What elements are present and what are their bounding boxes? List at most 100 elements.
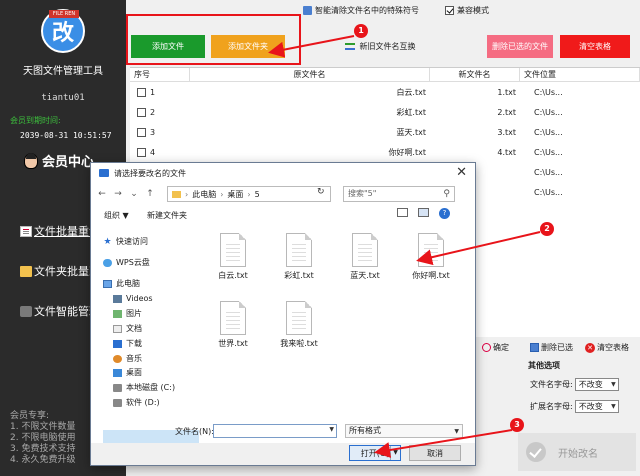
table-row[interactable]: 2 彩虹.txt 2.txt C:\Us... <box>130 102 640 122</box>
logo-char: 改 <box>51 20 74 46</box>
check-icon <box>526 442 546 462</box>
nav-quick-access[interactable]: ★ 快速访问 <box>103 235 148 248</box>
filename-input[interactable] <box>213 424 337 438</box>
file-name: 世界.txt <box>218 339 248 348</box>
nav-drive-d[interactable]: 软件 (D:) <box>113 396 160 409</box>
header-new-name: 新文件名 <box>430 68 520 81</box>
nav-batch-folder-rename[interactable]: 文件夹批量改 <box>20 263 100 279</box>
document-icon <box>20 225 32 237</box>
row-location: C:\Us... <box>534 87 563 97</box>
video-icon <box>113 294 122 303</box>
row-index: 1 <box>150 87 156 97</box>
drive-icon <box>113 383 122 392</box>
breadcrumb-desktop[interactable]: 桌面 <box>227 189 243 200</box>
other-options-title: 其他选项 <box>528 361 560 370</box>
nav-documents[interactable]: 文档 <box>113 322 142 335</box>
filetype-select[interactable]: 所有格式 <box>345 424 463 438</box>
up-arrow-icon[interactable]: ↑ <box>145 189 155 199</box>
row-index: 4 <box>150 147 156 157</box>
vip-center-button[interactable]: 会员中心 <box>24 151 94 170</box>
clear-table-label: 清空表格 <box>597 343 629 352</box>
row-new-name: 2.txt <box>497 107 516 117</box>
dialog-close-icon[interactable]: ✕ <box>456 165 467 181</box>
dialog-app-icon <box>99 169 109 177</box>
recent-dropdown-icon[interactable]: ⌄ <box>129 189 139 199</box>
table-header: 序号 原文件名 新文件名 文件位置 <box>130 68 640 82</box>
nav-drive-c[interactable]: 本地磁盘 (C:) <box>113 381 175 394</box>
table-row[interactable]: 1 白云.txt 1.txt C:\Us... <box>130 82 640 102</box>
star-icon: ★ <box>103 236 112 247</box>
organize-button[interactable]: 组织 ▼ <box>104 210 129 221</box>
vip-avatar-icon <box>24 152 38 169</box>
add-file-button[interactable]: 添加文件 <box>131 35 205 58</box>
search-icon: ⚲ <box>443 189 450 199</box>
nav-batch-file-rename[interactable]: 文件批量重命 <box>20 223 100 239</box>
confirm-button[interactable]: 确定 <box>482 341 509 354</box>
back-arrow-icon[interactable]: ← <box>97 189 107 199</box>
address-bar[interactable]: › 此电脑 › 桌面 › 5 <box>167 186 331 202</box>
row-checkbox[interactable] <box>137 107 146 117</box>
nav-pane-label: 图片 <box>126 309 142 318</box>
table-row[interactable]: 4 你好啊.txt 4.txt C:\Us... <box>130 142 640 162</box>
breadcrumb-pc[interactable]: 此电脑 <box>192 189 216 200</box>
folder-icon <box>172 190 181 198</box>
row-index: 2 <box>150 107 156 117</box>
clear-table-button[interactable]: 清空表格 <box>560 35 630 58</box>
chevron-down-icon[interactable]: ▼ <box>390 446 400 460</box>
file-item[interactable]: 白云.txt <box>205 233 261 281</box>
header-index: 序号 <box>130 68 190 81</box>
nav-pane-label: WPS云盘 <box>116 258 150 267</box>
nav-this-pc[interactable]: 此电脑 <box>103 277 140 290</box>
documents-icon <box>113 324 122 333</box>
compat-mode-checkbox[interactable] <box>445 6 454 15</box>
refresh-icon[interactable]: ↻ <box>317 187 325 197</box>
row-location: C:\Us... <box>534 187 563 197</box>
clear-table-small-button[interactable]: ✕ 清空表格 <box>585 341 629 354</box>
nav-pictures[interactable]: 图片 <box>113 307 142 320</box>
nav-wps-cloud[interactable]: WPS云盘 <box>103 256 150 269</box>
preview-pane-icon[interactable] <box>418 208 429 217</box>
gamepad-icon <box>20 305 32 317</box>
special-symbol-option[interactable]: 智能清除文件名中的特殊符号 <box>303 5 419 16</box>
file-item[interactable]: 我来啦.txt <box>271 301 327 349</box>
table-row[interactable]: 3 蓝天.txt 3.txt C:\Us... <box>130 122 640 142</box>
file-item[interactable]: 彩虹.txt <box>271 233 327 281</box>
vip-benefit: 会员专享: <box>10 411 50 421</box>
forward-arrow-icon[interactable]: → <box>113 189 123 199</box>
file-item[interactable]: 蓝天.txt <box>337 233 393 281</box>
row-checkbox[interactable] <box>137 87 146 97</box>
nav-smart-file-manage[interactable]: 文件智能管理 <box>20 303 100 319</box>
file-item[interactable]: 世界.txt <box>205 301 261 349</box>
delete-selected-button[interactable]: 删除已选的文件 <box>487 35 553 58</box>
dialog-search-input[interactable]: 搜索"5" ⚲ <box>343 186 455 202</box>
swap-names-button[interactable]: 新旧文件名互换 <box>340 35 420 58</box>
nav-pane-label: 此电脑 <box>116 279 140 288</box>
filename-case-select[interactable]: 不改变 <box>574 378 619 391</box>
computer-icon <box>103 279 112 288</box>
file-item[interactable]: 你好啊.txt <box>403 233 459 281</box>
new-folder-button[interactable]: 新建文件夹 <box>147 210 187 221</box>
open-button[interactable]: 打开(O) ▼ <box>349 445 401 461</box>
breadcrumb-folder[interactable]: 5 <box>255 190 260 199</box>
ext-case-select[interactable]: 不改变 <box>574 400 619 413</box>
compat-mode-option[interactable]: 兼容模式 <box>445 5 489 16</box>
nav-downloads[interactable]: 下载 <box>113 337 142 350</box>
cancel-button[interactable]: 取消 <box>409 445 461 461</box>
nav-music[interactable]: 音乐 <box>113 352 142 365</box>
delete-selected-small-button[interactable]: 删除已选 <box>530 341 573 354</box>
ext-case-row: 扩展名字母: 不改变 <box>530 400 619 413</box>
nav-videos[interactable]: Videos <box>113 292 153 305</box>
nav-pane-label: 音乐 <box>126 354 142 363</box>
row-checkbox[interactable] <box>137 147 146 157</box>
folder-icon <box>20 265 32 277</box>
special-symbol-label: 智能清除文件名中的特殊符号 <box>315 6 419 15</box>
add-folder-button[interactable]: 添加文件夹 <box>211 35 285 58</box>
row-checkbox[interactable] <box>137 127 146 137</box>
start-rename-button[interactable]: 开始改名 <box>518 433 636 471</box>
view-mode-icon[interactable] <box>397 208 408 217</box>
nav-desktop[interactable]: 桌面 <box>113 366 142 379</box>
nav-pane-label: Videos <box>126 294 153 303</box>
filename-row: 文件名(N): 所有格式 <box>91 421 475 441</box>
vip-benefit: 2. 不限电脑使用 <box>10 433 76 443</box>
help-icon[interactable]: ? <box>439 208 450 219</box>
